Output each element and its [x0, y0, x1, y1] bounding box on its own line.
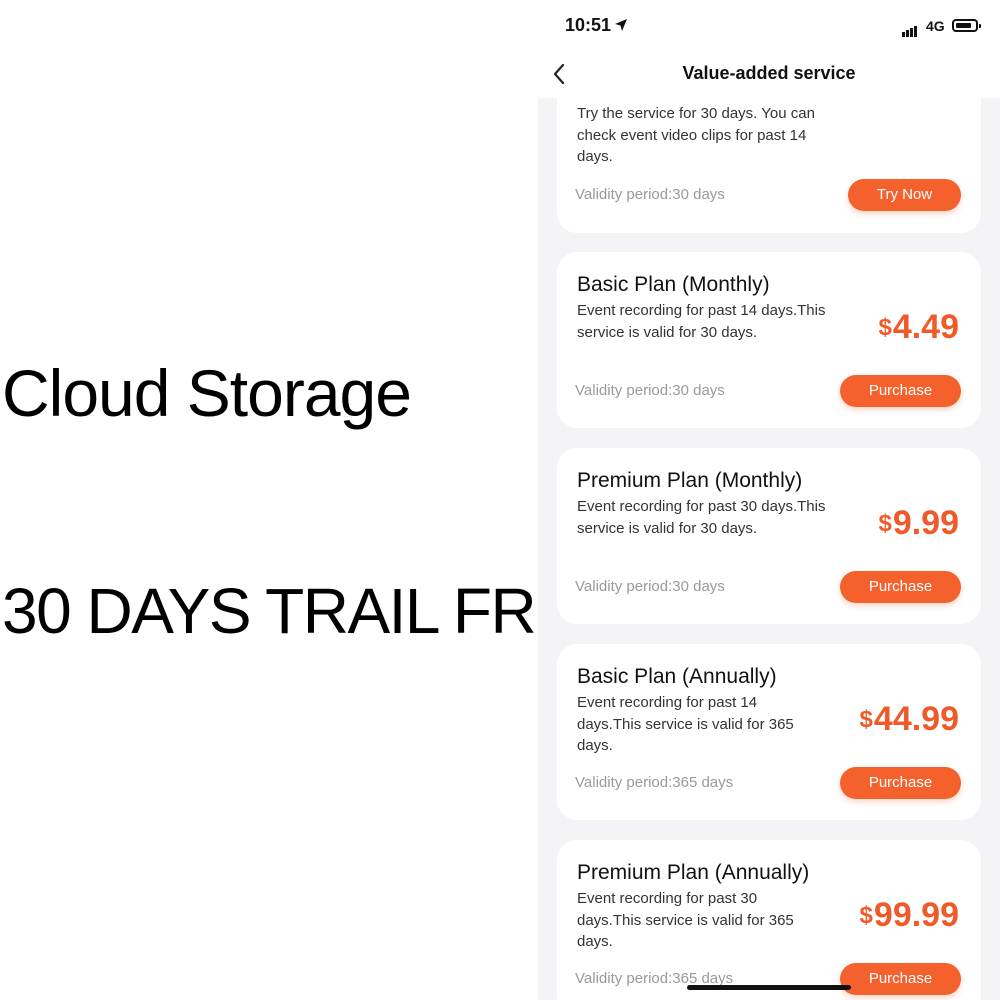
status-bar: 10:51 4G — [538, 0, 1000, 50]
plan-title: Premium Plan (Annually) — [577, 861, 810, 884]
currency-symbol: $ — [878, 510, 892, 537]
plan-card-premium-monthly: Premium Plan (Monthly) Event recording f… — [557, 448, 981, 624]
promo-title: Cloud Storage — [2, 356, 412, 430]
battery-icon — [952, 19, 981, 32]
purchase-button[interactable]: Purchase — [840, 375, 961, 407]
location-arrow-icon — [615, 19, 627, 31]
price-value: 99.99 — [873, 896, 959, 934]
plan-card-basic-annually: Basic Plan (Annually) Event recording fo… — [557, 644, 981, 820]
signal-icon — [902, 19, 918, 37]
purchase-button[interactable]: Purchase — [840, 963, 961, 995]
plan-card-premium-annually: Premium Plan (Annually) Event recording … — [557, 840, 981, 1000]
trial-card: Try the service for 30 days. You can che… — [557, 80, 981, 233]
plan-title: Basic Plan (Annually) — [577, 665, 777, 688]
plan-description: Event recording for past 30 days.This se… — [577, 498, 826, 537]
try-now-button[interactable]: Try Now — [848, 179, 961, 211]
plan-card-basic-monthly: Basic Plan (Monthly) Event recording for… — [557, 252, 981, 428]
plan-validity: Validity period:30 days — [575, 578, 725, 595]
plan-description: Event recording for past 30 days.This se… — [577, 890, 794, 950]
currency-symbol: $ — [859, 706, 873, 733]
plan-price: $99.99 — [860, 896, 959, 935]
promo-subtitle: 30 DAYS TRAIL FREE — [2, 575, 619, 647]
currency-symbol: $ — [878, 314, 892, 341]
plan-description: Event recording for past 14 days.This se… — [577, 302, 826, 341]
price-value: 44.99 — [873, 700, 959, 738]
network-label: 4G — [926, 18, 945, 34]
plan-title: Basic Plan (Monthly) — [577, 273, 770, 296]
price-value: 4.49 — [892, 308, 959, 346]
purchase-button[interactable]: Purchase — [840, 767, 961, 799]
plan-price: $4.49 — [878, 308, 959, 347]
trial-description: Try the service for 30 days. You can che… — [577, 105, 815, 165]
status-time: 10:51 — [565, 15, 612, 35]
promo-banner: Cloud Storage 30 DAYS TRAIL FREE — [0, 0, 619, 1000]
home-indicator[interactable] — [687, 985, 851, 990]
plan-description: Event recording for past 14 days.This se… — [577, 694, 794, 754]
plan-price: $44.99 — [860, 700, 959, 739]
purchase-button[interactable]: Purchase — [840, 571, 961, 603]
plan-validity: Validity period:30 days — [575, 382, 725, 399]
trial-validity: Validity period:30 days — [575, 186, 725, 203]
phone-screen: 10:51 4G Value-added service Try the ser… — [538, 0, 1000, 1000]
plan-validity: Validity period:365 days — [575, 774, 734, 791]
currency-symbol: $ — [859, 902, 873, 929]
price-value: 9.99 — [892, 504, 959, 542]
plan-price: $9.99 — [878, 504, 959, 543]
plan-title: Premium Plan (Monthly) — [577, 469, 803, 492]
